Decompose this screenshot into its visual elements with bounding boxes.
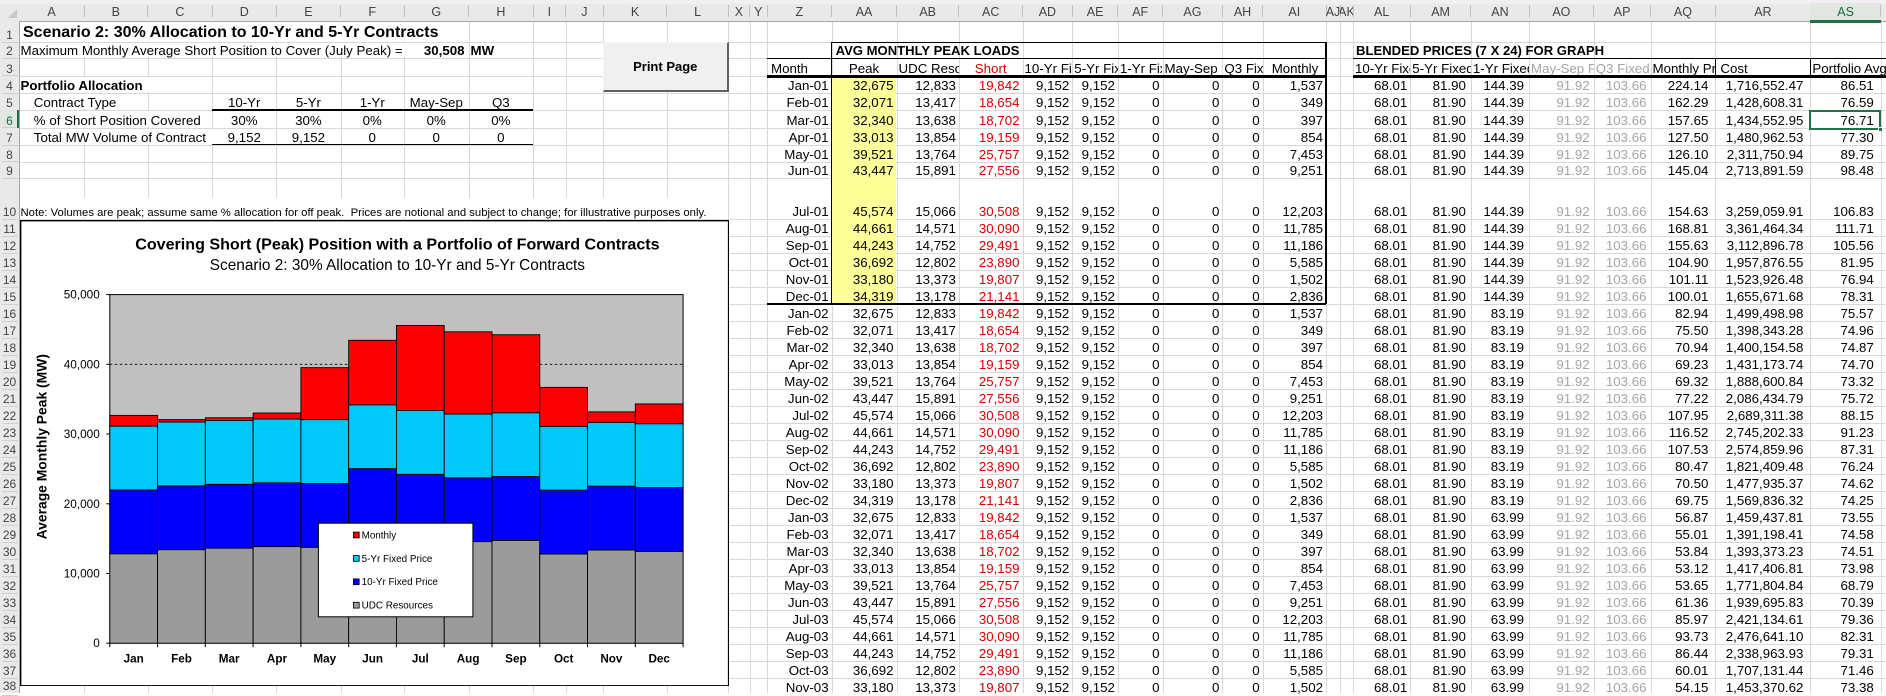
svg-text:Mar: Mar xyxy=(219,652,240,665)
svg-text:Covering Short (Peak) Position: Covering Short (Peak) Position with a Po… xyxy=(135,235,659,253)
svg-text:Apr: Apr xyxy=(267,652,288,665)
svg-text:Dec: Dec xyxy=(649,652,671,665)
svg-text:10-Yr Fixed Price: 10-Yr Fixed Price xyxy=(362,577,439,588)
svg-text:0: 0 xyxy=(93,637,100,650)
svg-text:UDC Resources: UDC Resources xyxy=(362,600,433,611)
svg-text:Jan: Jan xyxy=(124,652,144,665)
svg-text:Average Monthly Peak (MW): Average Monthly Peak (MW) xyxy=(34,354,50,539)
svg-text:Jul: Jul xyxy=(412,652,429,665)
svg-text:Sep: Sep xyxy=(505,652,526,665)
svg-text:Nov: Nov xyxy=(601,652,624,665)
svg-text:Scenario 2: 30% Allocation to: Scenario 2: 30% Allocation to 10-Yr and … xyxy=(210,257,585,274)
svg-text:30,000: 30,000 xyxy=(64,428,100,441)
svg-text:Jun: Jun xyxy=(362,652,383,665)
svg-text:10,000: 10,000 xyxy=(64,567,100,580)
svg-text:Feb: Feb xyxy=(171,652,192,665)
svg-text:40,000: 40,000 xyxy=(64,358,100,371)
svg-text:Aug: Aug xyxy=(457,652,480,665)
svg-text:May: May xyxy=(314,652,337,665)
svg-text:20,000: 20,000 xyxy=(64,498,100,511)
svg-text:50,000: 50,000 xyxy=(64,288,100,301)
svg-text:Monthly: Monthly xyxy=(362,530,397,541)
svg-text:5-Yr Fixed Price: 5-Yr Fixed Price xyxy=(362,554,433,565)
svg-text:Oct: Oct xyxy=(554,652,574,665)
